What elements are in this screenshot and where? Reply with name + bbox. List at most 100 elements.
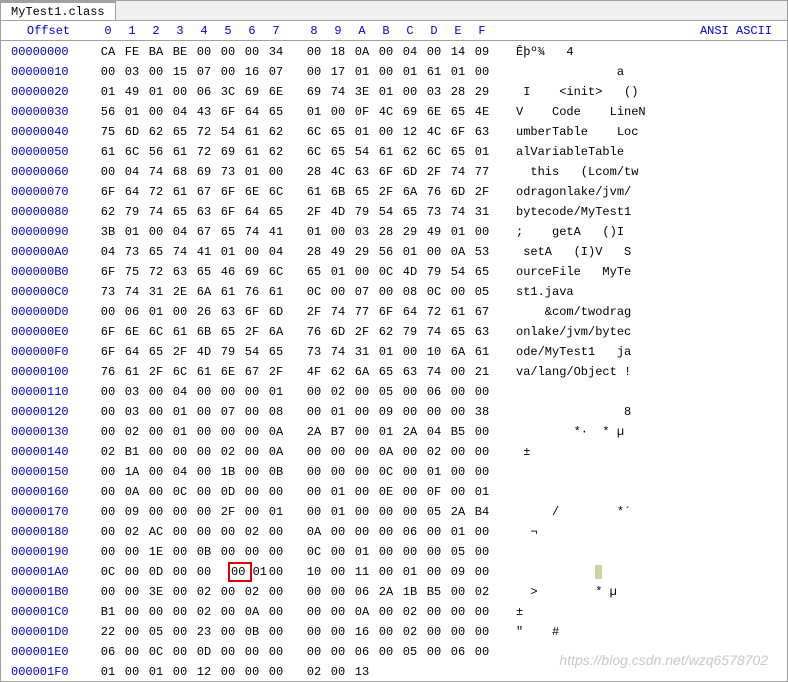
hex-byte[interactable]: 0A [374, 442, 398, 462]
hex-byte[interactable]: 09 [120, 502, 144, 522]
hex-byte[interactable]: 6A [350, 362, 374, 382]
hex-byte[interactable]: 00 [422, 42, 446, 62]
hex-byte[interactable]: 00 [374, 642, 398, 662]
hex-byte[interactable]: 0C [302, 282, 326, 302]
hex-byte[interactable]: 00 [422, 402, 446, 422]
hex-byte[interactable]: 00 [168, 302, 192, 322]
hex-byte[interactable]: 6F [96, 262, 120, 282]
hex-byte[interactable]: 65 [144, 242, 168, 262]
hex-byte[interactable]: 01 [326, 402, 350, 422]
hex-byte[interactable]: 00 [168, 442, 192, 462]
hex-byte[interactable]: 02 [192, 602, 216, 622]
hex-byte[interactable]: 6D [264, 302, 288, 322]
hex-byte[interactable]: 49 [326, 242, 350, 262]
hex-byte[interactable]: 02 [96, 442, 120, 462]
hex-byte[interactable]: 00 [96, 502, 120, 522]
hex-byte[interactable]: 00 [120, 542, 144, 562]
hex-byte[interactable]: 04 [168, 462, 192, 482]
hex-byte[interactable]: BE [168, 42, 192, 62]
hex-byte[interactable]: 75 [96, 122, 120, 142]
hex-byte[interactable]: 46 [216, 262, 240, 282]
hex-byte[interactable]: 00 [398, 542, 422, 562]
hex-byte[interactable]: 01 [96, 82, 120, 102]
hex-byte[interactable]: 00 [326, 642, 350, 662]
hex-byte[interactable]: 00 [326, 522, 350, 542]
hex-byte[interactable]: 6A [192, 282, 216, 302]
hex-byte[interactable]: 34 [264, 42, 288, 62]
hex-byte[interactable]: 05 [374, 382, 398, 402]
hex-byte[interactable]: 00 [96, 482, 120, 502]
hex-byte[interactable]: 00 [264, 522, 288, 542]
hex-byte[interactable]: 16 [350, 622, 374, 642]
hex-byte[interactable]: 43 [192, 102, 216, 122]
hex-byte[interactable]: 00 [216, 542, 240, 562]
hex-byte[interactable]: 07 [350, 282, 374, 302]
hex-byte[interactable]: 6F [96, 342, 120, 362]
hex-byte[interactable]: 00 [120, 562, 144, 582]
hex-byte[interactable]: 00 [470, 562, 494, 582]
hex-byte[interactable]: 54 [240, 342, 264, 362]
hex-byte[interactable]: 62 [374, 322, 398, 342]
hex-byte[interactable]: 01 [216, 242, 240, 262]
hex-byte[interactable]: 17 [326, 62, 350, 82]
hex-byte[interactable]: 00 [240, 42, 264, 62]
hex-byte[interactable]: 00 [144, 502, 168, 522]
hex-byte[interactable]: 61 [120, 362, 144, 382]
hex-byte[interactable]: 00 [422, 622, 446, 642]
hex-byte[interactable]: 03 [422, 82, 446, 102]
hex-byte[interactable]: 00 [350, 502, 374, 522]
hex-byte[interactable]: 74 [326, 342, 350, 362]
hex-byte[interactable]: 01 [168, 402, 192, 422]
hex-byte[interactable]: 10 [302, 562, 326, 582]
hex-byte[interactable]: 6B [326, 182, 350, 202]
hex-byte[interactable]: 65 [446, 322, 470, 342]
hex-byte[interactable]: 01 [144, 662, 168, 682]
hex-byte[interactable]: 00 [446, 602, 470, 622]
hex-byte[interactable]: 00 [470, 442, 494, 462]
hex-byte[interactable]: 02 [120, 422, 144, 442]
hex-byte[interactable]: FE [120, 42, 144, 62]
hex-byte[interactable]: 6F [96, 322, 120, 342]
hex-byte[interactable]: 00 [374, 62, 398, 82]
hex-byte[interactable]: 00 [326, 282, 350, 302]
hex-byte[interactable]: 31 [470, 202, 494, 222]
hex-byte[interactable]: 01 [96, 662, 120, 682]
hex-byte[interactable]: 0C [96, 562, 120, 582]
hex-byte[interactable]: 74 [446, 202, 470, 222]
hex-byte[interactable]: 00 [398, 482, 422, 502]
hex-byte[interactable]: 6F [240, 302, 264, 322]
hex-byte[interactable]: 1B [398, 582, 422, 602]
hex-byte[interactable]: 72 [192, 142, 216, 162]
hex-byte[interactable]: 00 [192, 562, 216, 582]
hex-byte[interactable]: 04 [96, 242, 120, 262]
hex-byte[interactable]: 0A [240, 602, 264, 622]
hex-byte[interactable]: 00 [168, 502, 192, 522]
hex-byte[interactable]: 75 [120, 262, 144, 282]
hex-byte[interactable]: 3E [144, 582, 168, 602]
hex-byte[interactable]: 69 [216, 142, 240, 162]
hex-byte[interactable]: 04 [168, 222, 192, 242]
hex-byte[interactable]: 72 [422, 302, 446, 322]
hex-byte[interactable]: 00 [446, 282, 470, 302]
tab-file[interactable]: MyTest1.class [1, 1, 116, 20]
hex-byte[interactable]: 79 [398, 322, 422, 342]
hex-byte[interactable]: 00 [240, 642, 264, 662]
hex-byte[interactable]: 6C [264, 182, 288, 202]
hex-byte[interactable]: 6F [216, 102, 240, 122]
hex-byte[interactable]: 00 [264, 542, 288, 562]
hex-byte[interactable]: 2F [470, 182, 494, 202]
hex-byte[interactable]: 21 [470, 362, 494, 382]
hex-byte[interactable]: 69 [302, 82, 326, 102]
hex-byte[interactable]: 06 [96, 642, 120, 662]
hex-byte[interactable]: 00 [144, 422, 168, 442]
hex-byte[interactable]: 41 [264, 222, 288, 242]
hex-byte[interactable]: 00 [96, 542, 120, 562]
hex-byte[interactable]: 00 [168, 642, 192, 662]
hex-byte[interactable]: 00 [168, 562, 192, 582]
hex-byte[interactable]: 05 [446, 542, 470, 562]
hex-byte[interactable]: 65 [470, 262, 494, 282]
hex-byte[interactable]: 00 [374, 602, 398, 622]
hex-byte[interactable]: 26 [192, 302, 216, 322]
hex-byte[interactable]: 00 01 [216, 562, 264, 582]
hex-byte[interactable]: 23 [192, 622, 216, 642]
